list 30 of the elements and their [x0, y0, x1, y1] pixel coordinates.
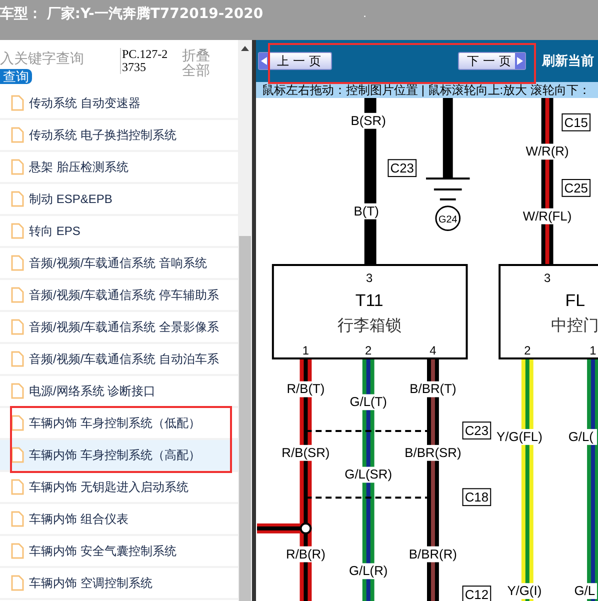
pin-number: 2	[524, 343, 531, 358]
pin-number: 3	[366, 270, 373, 285]
prev-page-button[interactable]: 上一页	[258, 52, 332, 70]
wire-label: W/R(R)	[524, 144, 571, 160]
connector-tag: C23	[388, 159, 417, 178]
search-button[interactable]: 查询	[0, 69, 32, 84]
pin-number: 2	[365, 343, 372, 358]
tree-item[interactable]: 车辆内饰 车身控制系统（高配）	[0, 440, 238, 472]
connector-tag: C12	[462, 586, 492, 601]
next-page-button[interactable]: 下一页	[458, 52, 526, 70]
pin-number: 1	[590, 343, 596, 358]
wire-label: G/L	[572, 583, 597, 599]
component-name: 行李箱锁	[337, 318, 402, 335]
ground-marker: G24	[435, 206, 461, 231]
component-code: T11	[355, 290, 384, 310]
connector-tag: C25	[562, 179, 591, 197]
pin-number: 1	[302, 343, 310, 358]
refresh-link[interactable]: 刷新当前	[542, 51, 594, 71]
pin-number: 3	[544, 270, 551, 285]
component-name: 中控门	[551, 318, 598, 335]
hint-bar: 鼠标左右拖动：控制图片位置 | 鼠标滚轮向上:放大 滚轮向下：	[256, 82, 598, 98]
window-title: 车型： 厂家:Y-一汽奔腾T772019-2020	[0, 4, 264, 24]
dot-mark: .	[363, 5, 366, 22]
component-code: FL	[565, 290, 585, 310]
search-field[interactable]: 入关键字查询	[0, 48, 118, 69]
connector-tag: C15	[562, 113, 591, 132]
connector-tag: C18	[462, 488, 492, 506]
connector-tag: C23	[462, 422, 492, 440]
code-label: PC.127-23735	[120, 48, 168, 74]
pin-number: 4	[430, 343, 436, 358]
